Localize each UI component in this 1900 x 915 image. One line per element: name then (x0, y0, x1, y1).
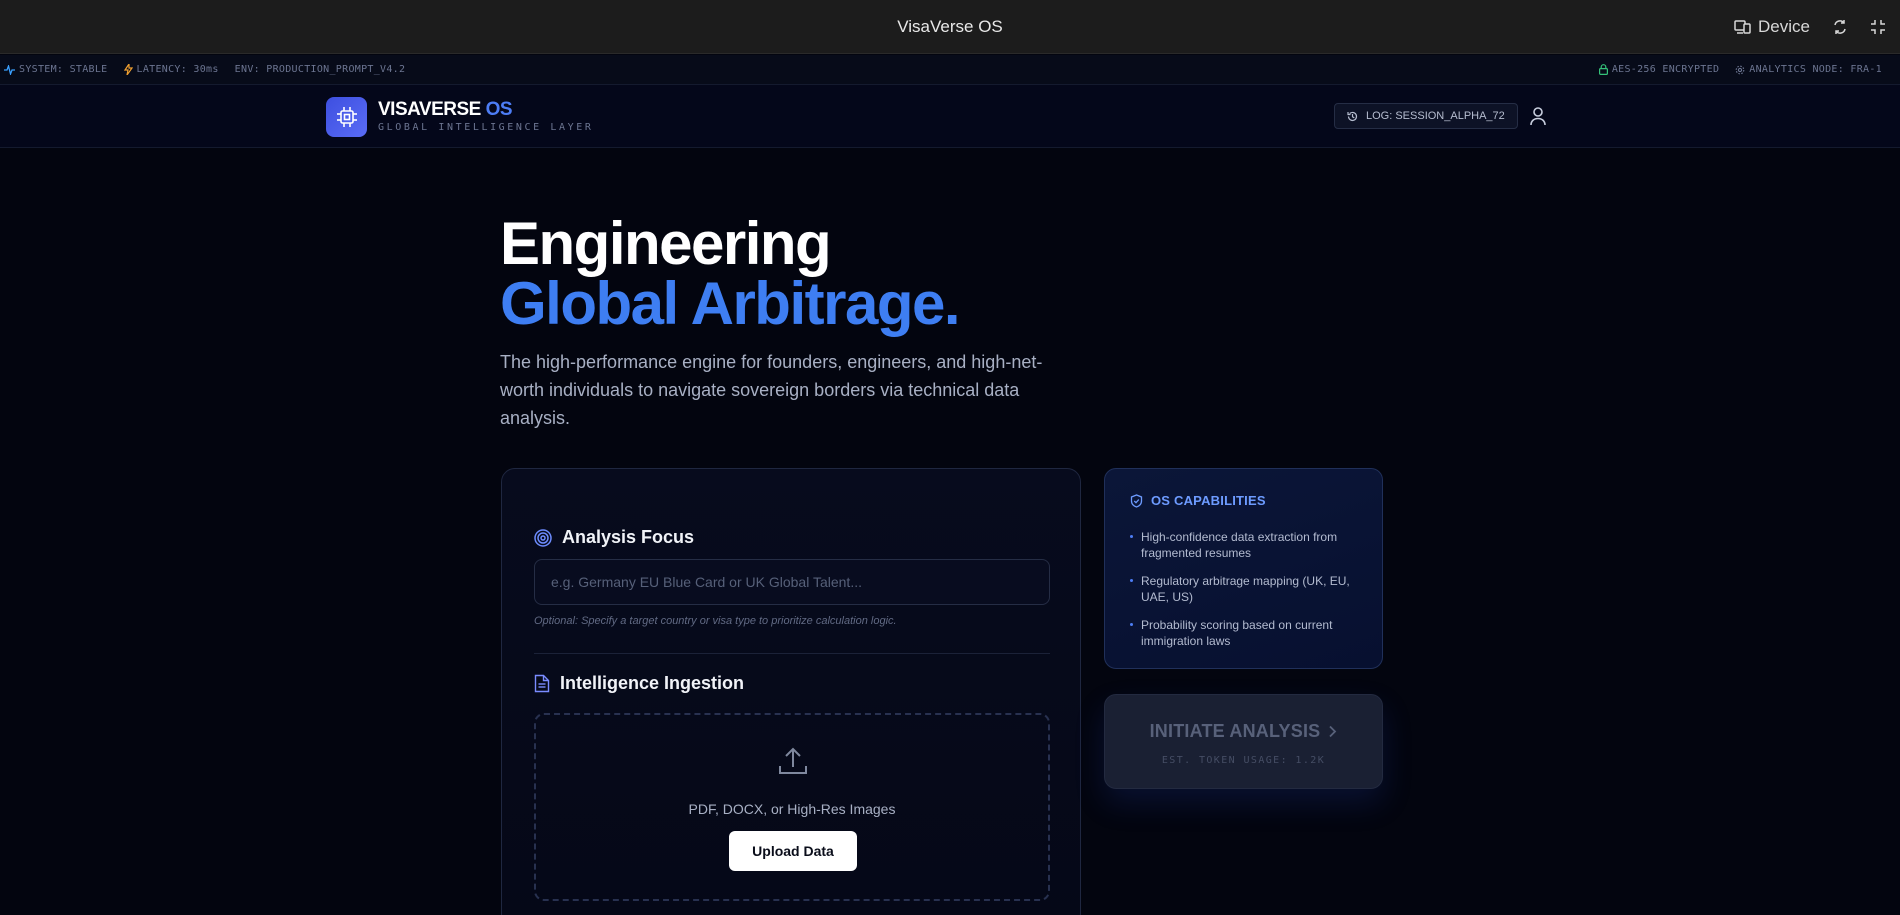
capabilities-list: High-confidence data extraction from fra… (1130, 529, 1370, 661)
brand-tagline: GLOBAL INTELLIGENCE LAYER (378, 122, 594, 133)
initiate-analysis-label: INITIATE ANALYSIS (1105, 721, 1382, 742)
encryption-status: AES-256 ENCRYPTED (1598, 64, 1719, 75)
user-icon[interactable] (1528, 105, 1548, 127)
chevron-right-icon (1329, 725, 1337, 738)
analysis-focus-hint: Optional: Specify a target country or vi… (534, 615, 897, 627)
latency-status: LATENCY: 30ms (123, 64, 219, 75)
device-icon (1734, 20, 1751, 34)
gear-icon (1735, 65, 1745, 74)
app-header: VISAVERSE OS GLOBAL INTELLIGENCE LAYER L… (0, 85, 1900, 148)
fullscreen-icon[interactable] (1870, 19, 1886, 35)
system-status: SYSTEM: STABLE (4, 64, 108, 75)
logo[interactable] (326, 97, 367, 137)
rotate-icon[interactable] (1832, 19, 1848, 35)
session-log-label: LOG: SESSION_ALPHA_72 (1366, 110, 1505, 122)
env-status: ENV: PRODUCTION_PROMPT_V4.2 (234, 64, 406, 75)
capabilities-heading: OS CAPABILITIES (1130, 493, 1266, 508)
hero-title-line1: Engineering (500, 210, 832, 277)
capability-item: Regulatory arbitrage mapping (UK, EU, UA… (1130, 573, 1370, 605)
window-titlebar: VisaVerse OS Device (0, 0, 1900, 54)
device-button[interactable]: Device (1734, 17, 1810, 37)
bolt-icon (123, 64, 133, 75)
hero-title-line2: Global Arbitrage. (500, 270, 961, 337)
upload-data-button[interactable]: Upload Data (729, 831, 857, 871)
window-title: VisaVerse OS (897, 17, 1003, 36)
shield-icon (1130, 493, 1143, 508)
session-log-button[interactable]: LOG: SESSION_ALPHA_72 (1334, 103, 1518, 129)
section-divider (534, 653, 1050, 654)
capability-item: Probability scoring based on current imm… (1130, 617, 1370, 649)
lock-icon (1598, 64, 1608, 75)
analytics-node-status: ANALYTICS NODE: FRA-1 (1735, 64, 1882, 75)
upload-icon (779, 747, 807, 774)
capability-item: High-confidence data extraction from fra… (1130, 529, 1370, 561)
hero-description: The high-performance engine for founders… (500, 352, 1043, 428)
brand: VISAVERSE OS GLOBAL INTELLIGENCE LAYER (378, 99, 594, 133)
brand-name: VISAVERSE OS (378, 99, 513, 120)
analysis-form-card: Analysis Focus Optional: Specify a targe… (501, 468, 1081, 915)
history-icon (1347, 111, 1358, 121)
file-dropzone[interactable]: PDF, DOCX, or High-Res Images Upload Dat… (534, 713, 1050, 901)
window-controls: Device (1734, 0, 1886, 54)
device-label: Device (1758, 17, 1810, 36)
document-icon (534, 674, 550, 693)
initiate-analysis-button[interactable]: INITIATE ANALYSIS EST. TOKEN USAGE: 1.2K (1104, 694, 1383, 789)
os-capabilities-panel: OS CAPABILITIES High-confidence data ext… (1104, 468, 1383, 669)
dropzone-formats: PDF, DOCX, or High-Res Images (688, 801, 896, 817)
system-status-bar: SYSTEM: STABLE LATENCY: 30ms ENV: PRODUC… (0, 55, 1900, 85)
analysis-focus-heading: Analysis Focus (534, 527, 694, 548)
activity-icon (4, 64, 15, 75)
target-icon (534, 528, 552, 547)
intelligence-ingestion-heading: Intelligence Ingestion (534, 673, 744, 694)
token-usage-estimate: EST. TOKEN USAGE: 1.2K (1161, 755, 1326, 766)
analysis-focus-input[interactable] (534, 559, 1050, 605)
cpu-icon (336, 107, 357, 127)
